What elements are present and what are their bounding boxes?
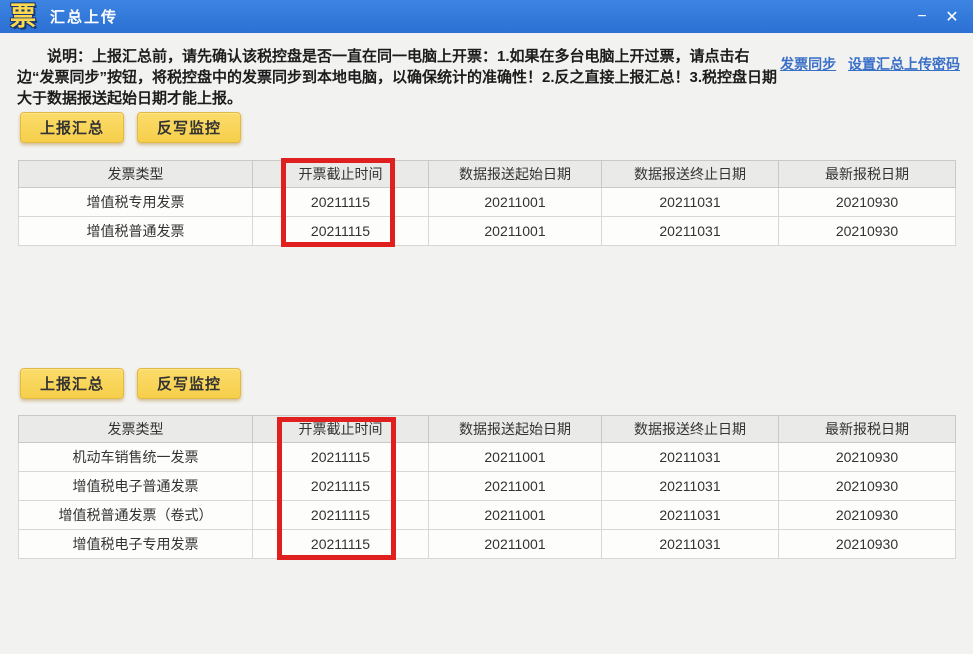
date-cell: 20210930: [778, 471, 956, 501]
date-cell: 20211031: [601, 471, 779, 501]
summary-upload-window: 票 汇总上传 − ✕ 说明：上报汇总前，请先确认该税控盘是否一直在同一电脑上开票…: [0, 0, 973, 654]
set-upload-password-link[interactable]: 设置汇总上传密码: [848, 56, 960, 72]
invoice-type-cell: 增值税电子专用发票: [18, 529, 253, 559]
date-cell: 20211031: [601, 529, 779, 559]
table-row: 增值税电子专用发票 20211115 20211001 20211031 2021093…: [18, 529, 956, 559]
header-links: 发票同步 设置汇总上传密码: [772, 54, 960, 74]
date-cell: 20211115: [252, 500, 429, 530]
date-cell: 20210930: [778, 216, 956, 246]
minimize-icon[interactable]: −: [907, 4, 937, 30]
window-controls: − ✕: [907, 4, 967, 30]
writeback-monitor-button-1[interactable]: 反写监控: [137, 112, 242, 143]
date-cell: 20211115: [252, 471, 429, 501]
date-cell: 20211115: [252, 187, 429, 217]
invoice-type-cell: 增值税专用发票: [18, 187, 253, 217]
column-header: 数据报送终止日期: [601, 160, 779, 188]
window-title: 汇总上传: [50, 9, 119, 26]
date-cell: 20211001: [428, 442, 602, 472]
date-cell: 20211115: [252, 216, 429, 246]
date-cell: 20210930: [778, 442, 956, 472]
column-header: 数据报送起始日期: [428, 415, 602, 443]
close-icon[interactable]: ✕: [937, 4, 967, 30]
column-header: 开票截止时间: [252, 160, 429, 188]
date-cell: 20210930: [778, 529, 956, 559]
date-cell: 20211001: [428, 500, 602, 530]
date-cell: 20211001: [428, 529, 602, 559]
report-summary-button-2[interactable]: 上报汇总: [20, 368, 125, 399]
invoice-type-cell: 机动车销售统一发票: [18, 442, 253, 472]
title-bar: 票 汇总上传 − ✕: [0, 0, 973, 33]
date-cell: 20211001: [428, 471, 602, 501]
date-cell: 20211031: [601, 187, 779, 217]
invoice-table-1: 发票类型 开票截止时间 数据报送起始日期 数据报送终止日期 最新报税日期 增值税专用发票 2…: [18, 160, 956, 246]
column-header: 数据报送终止日期: [601, 415, 779, 443]
invoice-sync-link[interactable]: 发票同步: [780, 56, 836, 72]
date-cell: 20211115: [252, 529, 429, 559]
column-header: 数据报送起始日期: [428, 160, 602, 188]
table-row: 增值税电子普通发票 20211115 20211001 20211031 2021093…: [18, 471, 956, 501]
invoice-table-2: 发票类型 开票截止时间 数据报送起始日期 数据报送终止日期 最新报税日期 机动车销售统一发…: [18, 415, 956, 559]
date-cell: 20210930: [778, 500, 956, 530]
date-cell: 20211031: [601, 442, 779, 472]
invoice-type-cell: 增值税普通发票（卷式）: [18, 500, 253, 530]
table-row: 增值税专用发票 20211115 20211001 20211031 20210930: [18, 187, 956, 217]
date-cell: 20210930: [778, 187, 956, 217]
date-cell: 20211115: [252, 442, 429, 472]
column-header: 开票截止时间: [252, 415, 429, 443]
date-cell: 20211031: [601, 500, 779, 530]
report-summary-button-1[interactable]: 上报汇总: [20, 112, 125, 143]
date-cell: 20211001: [428, 216, 602, 246]
date-cell: 20211001: [428, 187, 602, 217]
table-row: 增值税普通发票 20211115 20211001 20211031 20210930: [18, 216, 956, 246]
column-header: 最新报税日期: [778, 415, 956, 443]
column-header: 发票类型: [18, 415, 253, 443]
column-header: 发票类型: [18, 160, 253, 188]
date-cell: 20211031: [601, 216, 779, 246]
invoice-type-cell: 增值税普通发票: [18, 216, 253, 246]
table-row: 增值税普通发票（卷式） 20211115 20211001 20211031 20210…: [18, 500, 956, 530]
writeback-monitor-button-2[interactable]: 反写监控: [137, 368, 242, 399]
invoice-type-cell: 增值税电子普通发票: [18, 471, 253, 501]
column-header: 最新报税日期: [778, 160, 956, 188]
table-row: 机动车销售统一发票 20211115 20211001 20211031 2021093…: [18, 442, 956, 472]
instructions-text: 说明：上报汇总前，请先确认该税控盘是否一直在同一电脑上开票：1.如果在多台电脑上…: [17, 48, 778, 107]
app-logo-icon: 票: [10, 0, 37, 31]
